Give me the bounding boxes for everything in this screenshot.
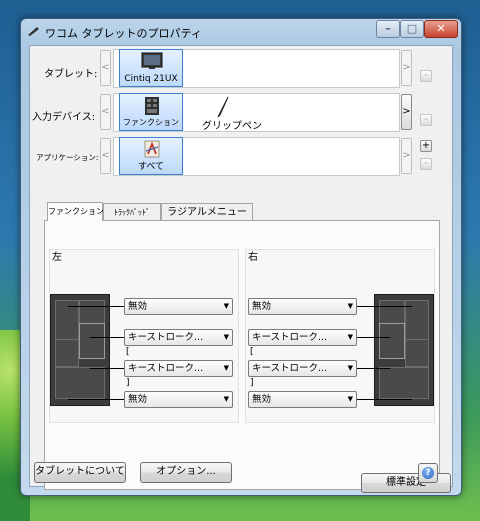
minimize-button[interactable]: –	[376, 20, 400, 38]
tablet-label: タブレット:	[44, 69, 98, 80]
all-applications-tile[interactable]: すべて	[119, 137, 183, 175]
client-area: タブレット: < Cintiq 21UX > - 入力デバイス: < ファンクシ…	[29, 45, 453, 493]
application-label: アプリケーション:	[36, 153, 99, 162]
tablet-name: Cintiq 21UX	[124, 74, 178, 84]
tablet-scroll-left[interactable]: <	[100, 50, 111, 86]
remove-device-button[interactable]: -	[420, 114, 432, 126]
pen-icon	[217, 96, 229, 118]
options-button[interactable]: オプション...	[140, 462, 232, 483]
grip-pen-label[interactable]: グリップペン	[202, 117, 262, 132]
about-tablet-button[interactable]: タブレットについて	[34, 462, 126, 483]
remove-application-button[interactable]: -	[420, 158, 432, 170]
left-key-1-dropdown[interactable]: 無効 ▼	[124, 298, 233, 315]
left-key-4-dropdown[interactable]: 無効 ▼	[124, 391, 233, 408]
tablet-tile[interactable]: Cintiq 21UX	[119, 49, 183, 87]
left-key-group: 左 無効 ▼ キーストローク... ▼ [ キーストローク... ▼ ] 無効 ▼	[49, 249, 239, 423]
tablet-scroll-right[interactable]: >	[401, 50, 412, 86]
device-scroll-left[interactable]: <	[100, 94, 111, 130]
function-device-name: ファンクション	[123, 118, 179, 127]
tablet-icon	[141, 52, 163, 69]
left-key-2-dropdown[interactable]: キーストローク... ▼	[124, 329, 233, 346]
right-key-1-dropdown[interactable]: 無効 ▼	[248, 298, 357, 315]
left-bracket-open: [	[126, 347, 130, 357]
right-key-group: 右 無効 ▼ キーストローク... ▼ [ キーストローク... ▼ ] 無効 ▼	[245, 249, 435, 423]
close-button[interactable]: ✕	[424, 20, 458, 38]
right-bracket-open: [	[250, 347, 254, 357]
title-bar[interactable]: ワコム タブレットのプロパティ – □ ✕	[21, 19, 461, 45]
function-keys-icon	[145, 97, 159, 115]
right-bracket-close: ]	[250, 378, 254, 388]
tab-trackpad[interactable]: ﾄﾗｯｸﾊﾟｯﾄﾞ	[103, 203, 161, 220]
device-scroll-right[interactable]: >	[401, 94, 412, 130]
right-expresskeys-image	[374, 294, 434, 406]
right-key-4-dropdown[interactable]: 無効 ▼	[248, 391, 357, 408]
settings-panel: ファンクションキー ﾄﾗｯｸﾊﾟｯﾄﾞ ラジアルメニュー 左 無効 ▼ キーストロ	[44, 202, 451, 493]
right-key-2-dropdown[interactable]: キーストローク... ▼	[248, 329, 357, 346]
tab-function-keys[interactable]: ファンクションキー	[47, 202, 120, 221]
right-key-3-dropdown[interactable]: キーストローク... ▼	[248, 360, 357, 377]
wacom-app-icon	[28, 27, 39, 36]
input-device-label: 入力デバイス:	[32, 112, 96, 123]
function-device-tile[interactable]: ファンクション	[119, 93, 183, 131]
all-applications-name: すべて	[137, 162, 164, 172]
app-scroll-left[interactable]: <	[100, 138, 111, 174]
tab-radial-menu[interactable]: ラジアルメニュー	[161, 203, 253, 220]
maximize-button[interactable]: □	[400, 20, 424, 38]
window-title: ワコム タブレットのプロパティ	[45, 27, 202, 40]
all-applications-icon	[144, 140, 160, 158]
left-group-label: 左	[52, 252, 62, 263]
add-application-button[interactable]: +	[420, 140, 432, 152]
left-key-3-dropdown[interactable]: キーストローク... ▼	[124, 360, 233, 377]
left-expresskeys-image	[50, 294, 110, 406]
right-group-label: 右	[248, 252, 258, 263]
app-scroll-right[interactable]: >	[401, 138, 412, 174]
help-button[interactable]: ?	[418, 463, 438, 483]
properties-window: ワコム タブレットのプロパティ – □ ✕ タブレット: < Cintiq 21…	[20, 18, 462, 496]
help-icon: ?	[422, 467, 434, 479]
remove-tablet-button[interactable]: -	[420, 70, 432, 82]
left-bracket-close: ]	[126, 378, 130, 388]
